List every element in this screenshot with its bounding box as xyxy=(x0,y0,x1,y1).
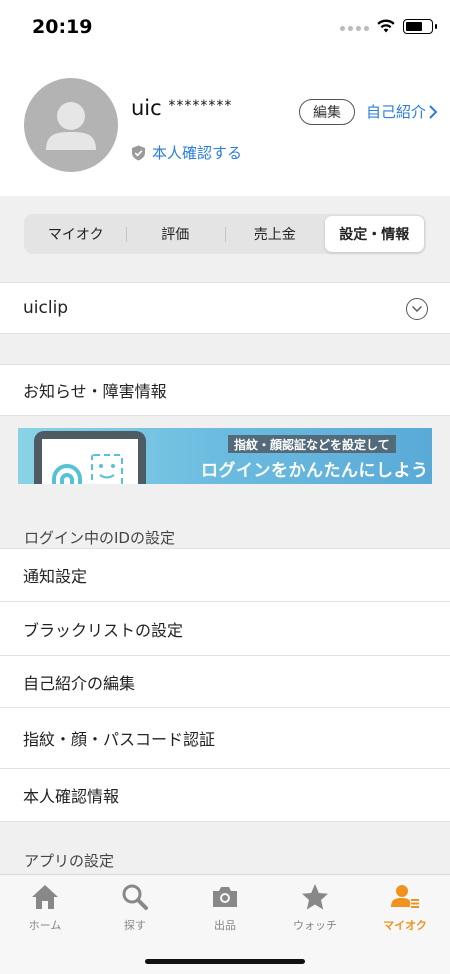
section-spacer xyxy=(0,334,450,364)
tab-sales[interactable]: 売上金 xyxy=(225,216,325,252)
setting-label: 自己紹介の編集 xyxy=(23,673,136,693)
setting-label: ブラックリストの設定 xyxy=(23,620,184,640)
setting-biometric-auth[interactable]: 指紋・顔・パスコード認証 xyxy=(0,708,450,769)
home-indicator xyxy=(145,959,305,964)
fingerprint-face-icon xyxy=(52,454,123,484)
segment-tabs: マイオク 評価 売上金 設定・情報 xyxy=(24,214,426,254)
notice-row[interactable]: お知らせ・障害情報 xyxy=(0,364,450,416)
identity-verify-label: 本人確認する xyxy=(152,144,243,162)
tabbar-search[interactable]: 探す xyxy=(90,883,180,933)
status-bar: 20:19 xyxy=(0,0,450,56)
setting-notifications[interactable]: 通知設定 xyxy=(0,548,450,602)
setting-label: 本人確認情報 xyxy=(23,787,120,806)
camera-icon xyxy=(213,887,237,907)
account-selector[interactable]: uiclip xyxy=(0,282,450,334)
signal-icon xyxy=(340,26,369,31)
tabbar-label: ホーム xyxy=(28,919,62,932)
tabbar-label: マイオク xyxy=(383,919,427,932)
biometric-banner[interactable]: 指紋・顔認証などを設定して ログインをかんたんにしよう xyxy=(18,428,432,484)
identity-verify-link[interactable]: 本人確認する xyxy=(131,142,242,163)
tabbar-watch[interactable]: ウォッチ xyxy=(270,883,360,933)
self-intro-link[interactable]: 自己紹介 xyxy=(366,101,438,122)
tabbar-label: 探す xyxy=(124,919,146,932)
avatar[interactable] xyxy=(24,78,118,172)
tabbar-home[interactable]: ホーム xyxy=(0,883,90,933)
tab-rating[interactable]: 評価 xyxy=(125,216,226,252)
app-settings-header: アプリの設定 xyxy=(24,852,115,870)
star-icon xyxy=(302,884,328,910)
edit-button[interactable]: 編集 xyxy=(299,99,355,125)
user-name: uic ******** xyxy=(131,96,232,120)
tabbar-sell[interactable]: 出品 xyxy=(180,883,270,933)
setting-self-intro[interactable]: 自己紹介の編集 xyxy=(0,656,450,708)
banner-subtitle: 指紋・顔認証などを設定して xyxy=(228,435,396,453)
search-icon xyxy=(122,884,148,910)
status-time: 20:19 xyxy=(32,16,93,38)
home-icon xyxy=(32,885,58,909)
phone-illustration xyxy=(34,431,146,484)
user-name-text: uic xyxy=(131,96,162,120)
login-settings-header: ログイン中のIDの設定 xyxy=(24,529,175,547)
tabbar-label: 出品 xyxy=(214,919,236,932)
tab-my-auction[interactable]: マイオク xyxy=(26,216,126,252)
setting-label: 通知設定 xyxy=(23,567,88,586)
wifi-icon xyxy=(377,19,395,33)
user-name-mask: ******** xyxy=(168,98,233,114)
tab-settings-info[interactable]: 設定・情報 xyxy=(324,216,424,252)
tabbar-my-auction[interactable]: マイオク xyxy=(360,883,450,933)
tabbar-label: ウォッチ xyxy=(293,919,337,932)
setting-blacklist[interactable]: ブラックリストの設定 xyxy=(0,602,450,656)
person-list-icon xyxy=(391,885,419,908)
setting-label: 指紋・顔・パスコード認証 xyxy=(23,730,216,749)
setting-identity-info[interactable]: 本人確認情報 xyxy=(0,769,450,822)
account-id: uiclip xyxy=(23,298,69,318)
self-intro-label: 自己紹介 xyxy=(366,103,427,121)
chevron-down-icon xyxy=(406,298,428,320)
person-icon xyxy=(46,102,96,150)
battery-icon xyxy=(403,19,437,34)
shield-check-icon xyxy=(132,145,145,160)
chevron-right-icon xyxy=(429,104,438,119)
banner-title: ログインをかんたんにしよう xyxy=(201,461,429,481)
profile-header: uic ******** 本人確認する 編集 自己紹介 xyxy=(0,56,450,196)
notice-label: お知らせ・障害情報 xyxy=(23,382,167,401)
